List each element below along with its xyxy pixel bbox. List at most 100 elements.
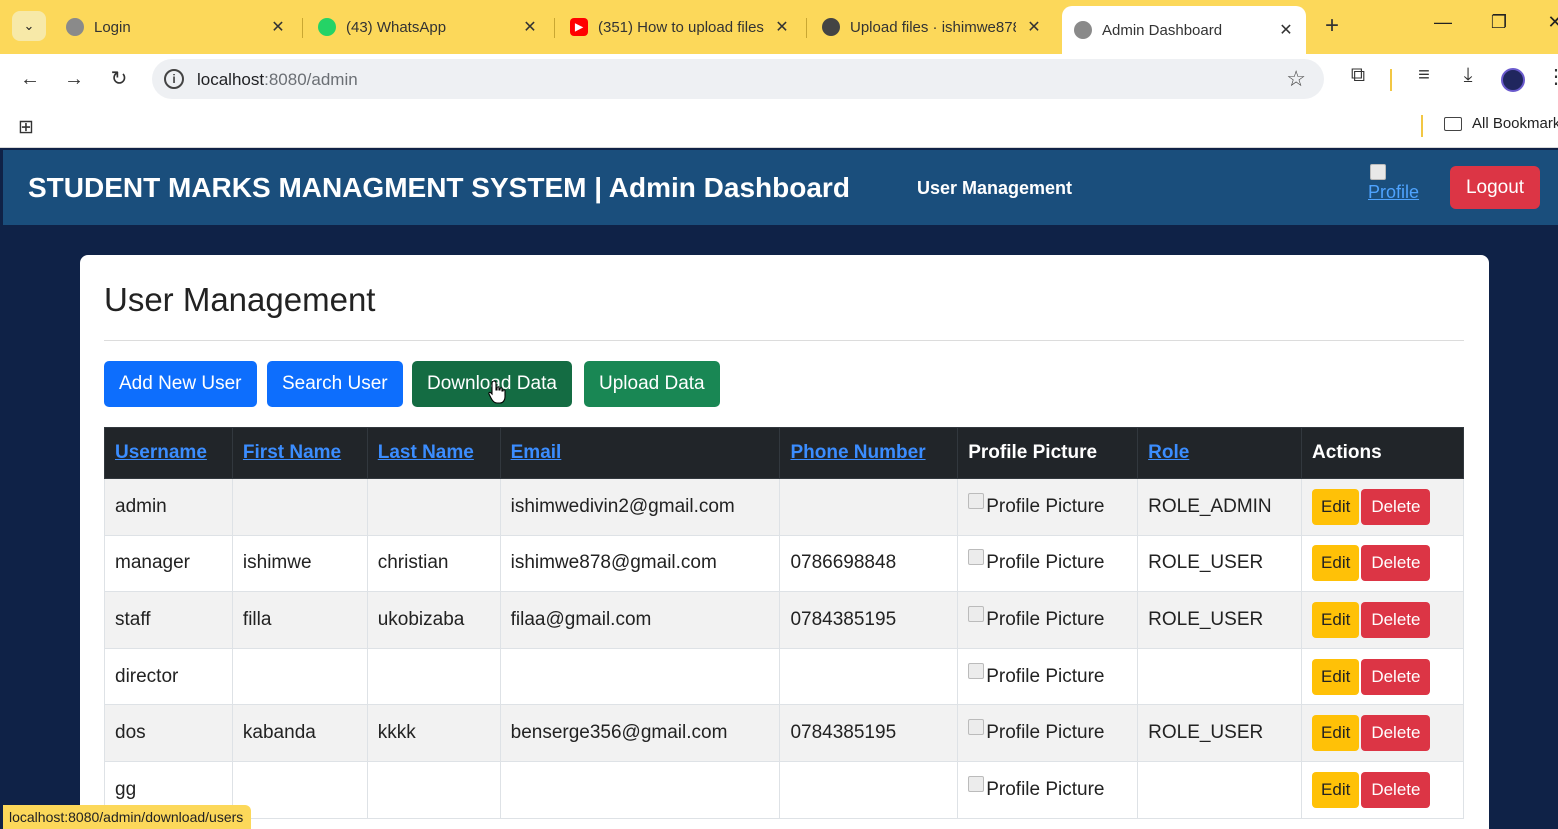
cell-email: benserge356@gmail.com [499,704,781,762]
cell-role [1137,647,1303,706]
edit-user-button[interactable]: Edit [1312,545,1360,582]
minimize-window-icon[interactable]: — [1428,12,1458,33]
cell-last-name [366,647,501,706]
profile-picture-alt-text: Profile Picture [986,608,1105,630]
profile-picture-alt-text: Profile Picture [986,495,1105,517]
address-bar[interactable]: i localhost:8080/admin ☆ [152,59,1324,99]
globe-icon [66,18,84,36]
profile-picture-alt-text: Profile Picture [986,778,1105,800]
add-new-user-button[interactable]: Add New User [104,361,257,407]
cell-profile-picture: Profile Picture [957,591,1139,649]
logout-button[interactable]: Logout [1450,166,1540,209]
tab-search-button[interactable]: ⌄ [12,11,46,41]
bookmark-star-icon[interactable]: ☆ [1286,66,1306,92]
profile-picture-image: Profile Picture [968,662,1127,688]
nav-user-management-link[interactable]: User Management [917,178,1072,199]
browser-tab[interactable]: Upload files · ishimwe878 ✕ [810,8,1054,46]
github-icon [822,18,840,36]
browser-tab[interactable]: (43) WhatsApp ✕ [306,8,550,46]
youtube-icon: ▶ [570,18,588,36]
whatsapp-icon [318,18,336,36]
url-text[interactable]: localhost:8080/admin [197,70,358,90]
column-header-profile-picture: Profile Picture [957,427,1139,479]
users-table: Username First Name Last Name Email Phon… [104,427,1464,819]
tab-divider [554,18,555,38]
site-info-icon[interactable]: i [164,69,184,89]
delete-user-button[interactable]: Delete [1361,488,1431,525]
table-row: manager ishimwe christian ishimwe878@gmail.… [104,534,1464,593]
profile-picture-alt-text: Profile Picture [986,665,1105,687]
upload-data-button[interactable]: Upload Data [584,361,720,407]
column-header-role[interactable]: Role [1137,427,1303,479]
delete-user-button[interactable]: Delete [1361,545,1431,582]
close-tab-icon[interactable]: ✕ [772,17,792,37]
table-row: staff filla ukobizaba filaa@gmail.com 078438… [104,591,1464,649]
more-menu-icon[interactable]: ⋮ [1542,64,1558,89]
cell-last-name: ukobizaba [366,591,501,649]
edit-user-button[interactable]: Edit [1312,715,1360,752]
cell-phone [779,478,959,536]
cell-first-name: ishimwe [231,534,368,593]
extensions-puzzle-icon[interactable]: ⧉ [1344,64,1372,87]
app-navbar: STUDENT MARKS MANAGMENT SYSTEM | Admin D… [3,150,1558,225]
cell-role: ROLE_ADMIN [1137,478,1303,536]
cell-actions: Edit Delete [1301,647,1464,706]
delete-user-button[interactable]: Delete [1361,601,1431,638]
broken-image-icon [1370,164,1386,180]
cell-email [499,647,781,706]
cell-role: ROLE_USER [1137,534,1303,593]
browser-tab-active[interactable]: Admin Dashboard ✕ [1062,6,1306,54]
cell-first-name [231,760,368,819]
new-tab-button[interactable]: + [1318,13,1346,39]
column-header-username[interactable]: Username [104,427,233,479]
close-tab-icon[interactable]: ✕ [520,17,540,37]
forward-arrow-icon[interactable]: → [61,66,87,92]
edit-user-button[interactable]: Edit [1312,658,1360,695]
folder-icon [1444,116,1462,131]
cell-profile-picture: Profile Picture [957,647,1139,706]
cell-actions: Edit Delete [1301,534,1464,593]
browser-tab[interactable]: Login ✕ [54,8,298,46]
column-header-email[interactable]: Email [499,427,781,479]
media-queue-icon[interactable]: ≡ [1410,64,1438,87]
profile-picture-link[interactable]: Profile [1368,164,1420,208]
close-tab-icon[interactable]: ✕ [1024,17,1044,37]
cell-profile-picture: Profile Picture [957,704,1139,762]
back-arrow-icon[interactable]: ← [17,66,43,92]
close-tab-icon[interactable]: ✕ [268,17,288,37]
table-header-row: Username First Name Last Name Email Phon… [104,427,1464,479]
tab-divider [806,18,807,38]
column-header-actions: Actions [1301,427,1464,479]
edit-user-button[interactable]: Edit [1312,771,1360,808]
apps-grid-icon[interactable]: ⊞ [18,116,34,139]
profile-picture-image: Profile Picture [968,605,1127,631]
profile-picture-alt-text: Profile Picture [986,722,1105,744]
delete-user-button[interactable]: Delete [1361,715,1431,752]
edit-user-button[interactable]: Edit [1312,488,1360,525]
search-user-button[interactable]: Search User [267,361,403,407]
reload-icon[interactable]: ↻ [106,66,132,92]
cell-email: filaa@gmail.com [499,591,781,649]
link-status-bar: localhost:8080/admin/download/users [3,805,252,829]
profile-picture-image: Profile Picture [968,549,1127,574]
column-header-first-name[interactable]: First Name [231,427,368,479]
column-header-last-name[interactable]: Last Name [366,427,501,479]
cell-first-name: kabanda [231,704,368,762]
delete-user-button[interactable]: Delete [1361,658,1431,695]
edit-user-button[interactable]: Edit [1312,601,1360,638]
column-header-phone[interactable]: Phone Number [779,427,959,479]
cell-role [1137,760,1303,819]
profile-avatar-icon[interactable] [1501,68,1525,92]
browser-tab[interactable]: ▶ (351) How to upload files ✕ [558,8,802,46]
download-icon[interactable]: ⤓ [1454,64,1482,87]
hand-pointer-cursor-icon [488,380,506,404]
app-brand-title[interactable]: STUDENT MARKS MANAGMENT SYSTEM | Admin D… [28,172,850,204]
restore-window-icon[interactable]: ❐ [1484,12,1514,33]
delete-user-button[interactable]: Delete [1361,771,1431,808]
cell-username: staff [104,591,233,649]
close-tab-icon[interactable]: ✕ [1276,20,1296,40]
close-window-icon[interactable]: ✕ [1540,12,1558,33]
cell-username: director [104,647,233,706]
all-bookmarks-folder[interactable]: All Bookmarks [1444,115,1558,132]
cell-phone: 0786698848 [779,534,959,593]
